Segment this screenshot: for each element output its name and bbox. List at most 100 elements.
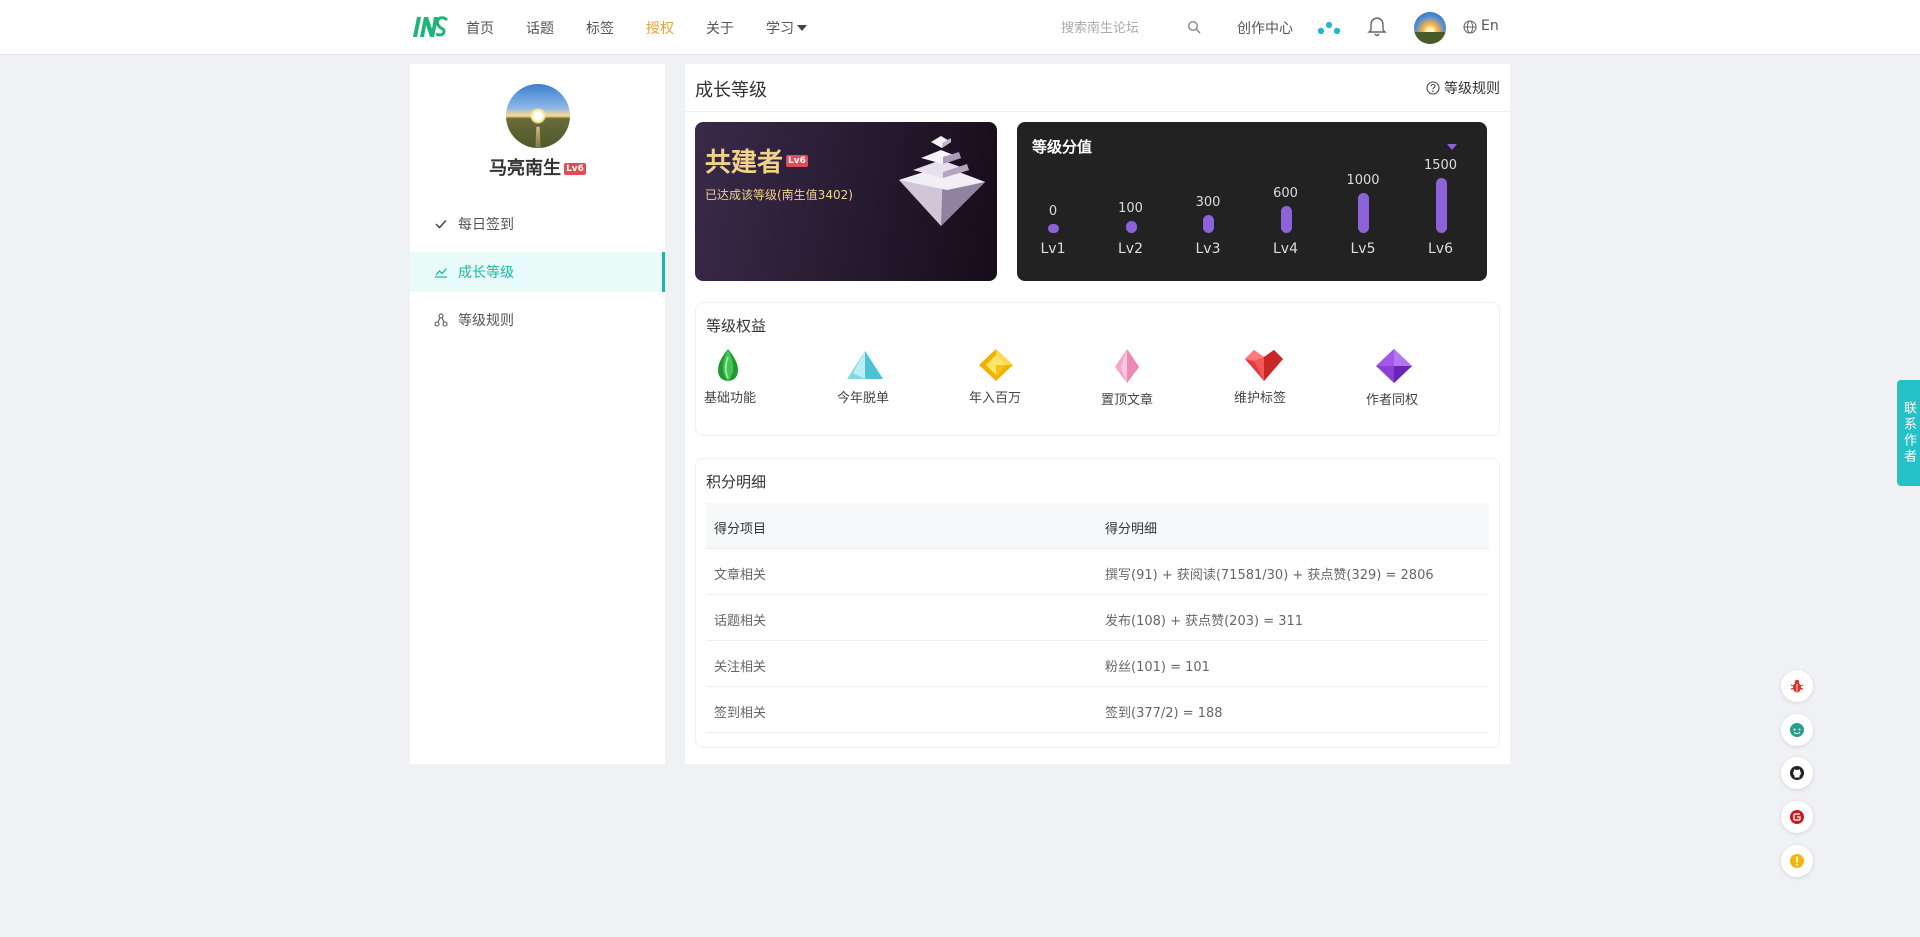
level-title: 共建者 xyxy=(705,148,784,178)
level-score-bar xyxy=(1358,193,1369,233)
top-navbar: 首页 话题 标签 授权 关于 学习 创作中心 En xyxy=(0,0,1920,55)
gitee-button[interactable] xyxy=(1781,801,1813,833)
trend-icon xyxy=(435,268,447,278)
benefit-item: 置顶文章 xyxy=(1101,347,1181,408)
github-button[interactable] xyxy=(1781,757,1813,789)
table-header-cell: 得分明细 xyxy=(1105,522,1158,537)
apps-dots-icon[interactable] xyxy=(1316,19,1342,37)
warning-button[interactable] xyxy=(1781,845,1813,877)
profile-sidebar: 马亮南生 Lv6 每日签到 成长等级 等级规则 xyxy=(410,64,665,764)
benefit-item: 维护标签 xyxy=(1234,347,1314,406)
gitee-icon xyxy=(1790,810,1804,824)
nodes-icon xyxy=(434,313,448,327)
benefit-label: 今年脱单 xyxy=(837,391,890,406)
chat-icon xyxy=(1790,723,1804,737)
table-row: 签到相关 签到(377/2) = 188 xyxy=(706,687,1489,733)
profile-avatar[interactable] xyxy=(506,84,570,148)
table-row: 关注相关 粉丝(101) = 101 xyxy=(706,641,1489,687)
table-cell: 话题相关 xyxy=(714,614,767,629)
username[interactable]: 马亮南生 xyxy=(489,158,561,179)
table-cell: 签到相关 xyxy=(714,706,767,721)
table-cell: 关注相关 xyxy=(714,660,767,675)
nav-home[interactable]: 首页 xyxy=(466,18,494,38)
level-score-value: 300 xyxy=(1195,194,1221,210)
benefit-label: 基础功能 xyxy=(704,391,757,406)
points-detail-section: 积分明细 得分项目 得分明细 文章相关 撰写(91) + 获阅读(71581/3… xyxy=(695,458,1500,748)
sidebar-item-growth-level[interactable]: 成长等级 xyxy=(410,252,665,292)
red-heart-gem-icon xyxy=(1245,350,1283,381)
divider xyxy=(685,111,1510,112)
benefit-item: 基础功能 xyxy=(704,347,784,406)
table-header-row: 得分项目 得分明细 xyxy=(706,503,1489,549)
table-row: 话题相关 发布(108) + 获点赞(203) = 311 xyxy=(706,595,1489,641)
question-circle-icon xyxy=(1426,81,1440,95)
language-switch[interactable]: En xyxy=(1481,18,1499,34)
table-cell: 粉丝(101) = 101 xyxy=(1105,660,1210,675)
level-label: Lv6 xyxy=(1428,241,1453,257)
benefit-label: 作者同权 xyxy=(1366,393,1419,408)
level-score-value: 1500 xyxy=(1423,158,1458,173)
bell-icon[interactable] xyxy=(1366,16,1388,38)
pink-crystal-icon xyxy=(1115,349,1139,383)
nav-license[interactable]: 授权 xyxy=(646,18,674,38)
search-input[interactable] xyxy=(1005,14,1195,42)
table-row: 文章相关 撰写(91) + 获阅读(71581/30) + 获点赞(329) =… xyxy=(706,549,1489,595)
github-icon xyxy=(1790,766,1804,780)
level-badge: Lv6 xyxy=(564,163,586,175)
sidebar-item-daily-checkin[interactable]: 每日签到 xyxy=(410,204,665,244)
level-label: Lv2 xyxy=(1118,241,1143,257)
nav-learn-label: 学习 xyxy=(766,21,794,37)
table-cell: 撰写(91) + 获阅读(71581/30) + 获点赞(329) = 2806 xyxy=(1105,568,1434,583)
level-status-text: 已达成该等级(南生值3402) xyxy=(705,188,853,202)
page-title: 成长等级 xyxy=(695,80,767,101)
current-level-name: 共建者 Lv6 xyxy=(705,142,808,179)
search-icon[interactable] xyxy=(1187,20,1201,34)
sidebar-item-label: 每日签到 xyxy=(458,217,514,233)
level-label: Lv3 xyxy=(1195,241,1221,257)
nav-about[interactable]: 关于 xyxy=(706,18,734,38)
yellow-gem-icon xyxy=(979,349,1013,381)
level-score-bar xyxy=(1435,178,1447,233)
benefit-label: 年入百万 xyxy=(969,391,1022,406)
level-score-value: 0 xyxy=(1048,204,1058,219)
benefit-item: 今年脱单 xyxy=(837,347,917,406)
points-table: 得分项目 得分明细 文章相关 撰写(91) + 获阅读(71581/30) + … xyxy=(706,503,1489,733)
chat-button[interactable] xyxy=(1781,714,1813,746)
nav-learn-dropdown[interactable]: 学习 xyxy=(766,18,807,38)
bug-report-button[interactable] xyxy=(1781,670,1813,702)
benefit-item: 年入百万 xyxy=(969,347,1049,406)
chevron-down-icon xyxy=(797,25,807,31)
table-cell: 发布(108) + 获点赞(203) = 311 xyxy=(1105,614,1304,629)
table-cell: 签到(377/2) = 188 xyxy=(1105,706,1223,721)
nav-tags[interactable]: 标签 xyxy=(586,18,614,38)
sidebar-item-level-rules[interactable]: 等级规则 xyxy=(410,300,665,340)
score-card-title: 等级分值 xyxy=(1032,138,1093,156)
nav-topics[interactable]: 话题 xyxy=(526,18,554,38)
growth-level-panel: 成长等级 等级规则 共建者 Lv6 已达成该等级(南生值3402) 等级分值 0… xyxy=(685,64,1510,764)
level-label: Lv4 xyxy=(1273,241,1298,257)
site-logo[interactable] xyxy=(411,15,449,39)
details-title: 积分明细 xyxy=(706,473,767,491)
benefit-item: 作者同权 xyxy=(1366,347,1446,408)
table-header-cell: 得分项目 xyxy=(714,522,767,537)
level-rules-link[interactable]: 等级规则 xyxy=(1426,78,1500,98)
level-score-bar xyxy=(1280,205,1292,233)
contact-author-tab[interactable]: 联系作者 xyxy=(1897,380,1920,486)
green-drop-gem-icon xyxy=(718,349,738,381)
level-rules-link-label: 等级规则 xyxy=(1444,81,1500,97)
benefits-title: 等级权益 xyxy=(706,317,767,335)
create-center-link[interactable]: 创作中心 xyxy=(1237,18,1293,38)
level-benefits-section: 等级权益 基础功能 今年脱单 年入百万 置顶文章 维护标签 作者同权 xyxy=(695,302,1500,436)
level-score-card: 等级分值 0 Lv1 100 Lv2 300 Lv3 600 Lv4 1000 Lv5 1500 Lv… xyxy=(1017,122,1487,281)
level-badge: Lv6 xyxy=(786,155,808,167)
purple-gem-icon xyxy=(1376,349,1412,383)
user-avatar[interactable] xyxy=(1414,12,1446,44)
level-label: Lv1 xyxy=(1040,241,1066,257)
globe-icon[interactable] xyxy=(1463,20,1477,34)
benefit-label: 维护标签 xyxy=(1234,391,1287,406)
sidebar-item-label: 成长等级 xyxy=(458,265,514,281)
crystal-pyramid-icon xyxy=(899,136,985,226)
current-level-marker xyxy=(1447,144,1457,150)
check-icon xyxy=(435,219,447,229)
level-label: Lv5 xyxy=(1350,241,1376,257)
